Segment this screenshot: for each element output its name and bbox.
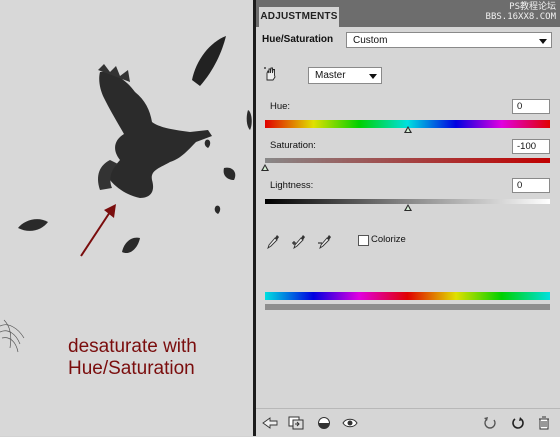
hand-icon[interactable] <box>264 67 278 81</box>
caption-text: desaturate with Hue/Saturation <box>68 336 197 380</box>
lightness-label: Lightness: <box>270 180 314 191</box>
chevron-down-icon <box>539 39 547 44</box>
saturation-input[interactable]: -100 <box>512 139 550 154</box>
saturation-label: Saturation: <box>270 140 316 151</box>
refresh-icon[interactable] <box>510 416 526 430</box>
saturation-slider-thumb[interactable] <box>261 164 269 171</box>
feather-wisp <box>0 319 25 353</box>
feather <box>122 237 140 254</box>
watermark-line-1: PS教程论坛 <box>509 2 556 12</box>
feather <box>214 205 221 214</box>
lightness-slider-thumb[interactable] <box>403 204 412 211</box>
tab-adjustments[interactable]: ADJUSTMENTS <box>259 7 339 27</box>
eye-icon[interactable] <box>342 416 358 430</box>
feather <box>18 219 48 231</box>
lightness-input[interactable]: 0 <box>512 178 550 193</box>
channel-value: Master <box>315 70 346 81</box>
saturation-slider-track[interactable] <box>265 158 550 163</box>
preset-value: Custom <box>353 35 388 46</box>
panel-bottom-toolbar <box>256 408 560 437</box>
watermark: PS教程论坛 BBS.16XX8.COM <box>486 2 556 22</box>
eyedropper-minus-icon[interactable] <box>318 233 332 249</box>
back-arrow-icon[interactable] <box>262 416 278 430</box>
trash-icon[interactable] <box>536 416 552 430</box>
hue-label: Hue: <box>270 101 291 112</box>
caption-line-2: Hue/Saturation <box>68 358 195 379</box>
colorize-checkbox[interactable] <box>358 235 369 246</box>
hue-slider-thumb[interactable] <box>403 126 412 133</box>
feather <box>192 36 226 86</box>
input-spectrum-bar <box>265 292 550 300</box>
output-spectrum-bar <box>265 304 550 310</box>
chevron-down-icon <box>369 74 377 79</box>
channel-dropdown[interactable]: Master <box>308 67 382 84</box>
eyedropper-plus-icon[interactable] <box>292 233 306 249</box>
reset-icon[interactable] <box>482 416 498 430</box>
visibility-circle-icon[interactable] <box>316 416 332 430</box>
panel-title: Hue/Saturation <box>262 34 334 45</box>
caption-line-1: desaturate with <box>68 336 197 357</box>
adjustments-panel: ADJUSTMENTS PS教程论坛 BBS.16XX8.COM Hue/Sat… <box>256 0 560 437</box>
hue-input[interactable]: 0 <box>512 99 550 114</box>
feather <box>204 139 211 148</box>
feather <box>223 167 236 180</box>
clip-layer-icon[interactable] <box>288 416 304 430</box>
preset-dropdown[interactable]: Custom <box>346 32 552 48</box>
panel-tabbar: ADJUSTMENTS PS教程论坛 BBS.16XX8.COM <box>256 0 560 27</box>
feather <box>246 110 252 130</box>
crow-silhouette <box>99 71 212 198</box>
watermark-line-2: BBS.16XX8.COM <box>485 12 556 22</box>
annotation-arrow <box>80 204 116 257</box>
colorize-label: Colorize <box>371 234 406 245</box>
eyedropper-icon[interactable] <box>266 233 280 249</box>
image-canvas: desaturate with Hue/Saturation <box>0 0 253 436</box>
